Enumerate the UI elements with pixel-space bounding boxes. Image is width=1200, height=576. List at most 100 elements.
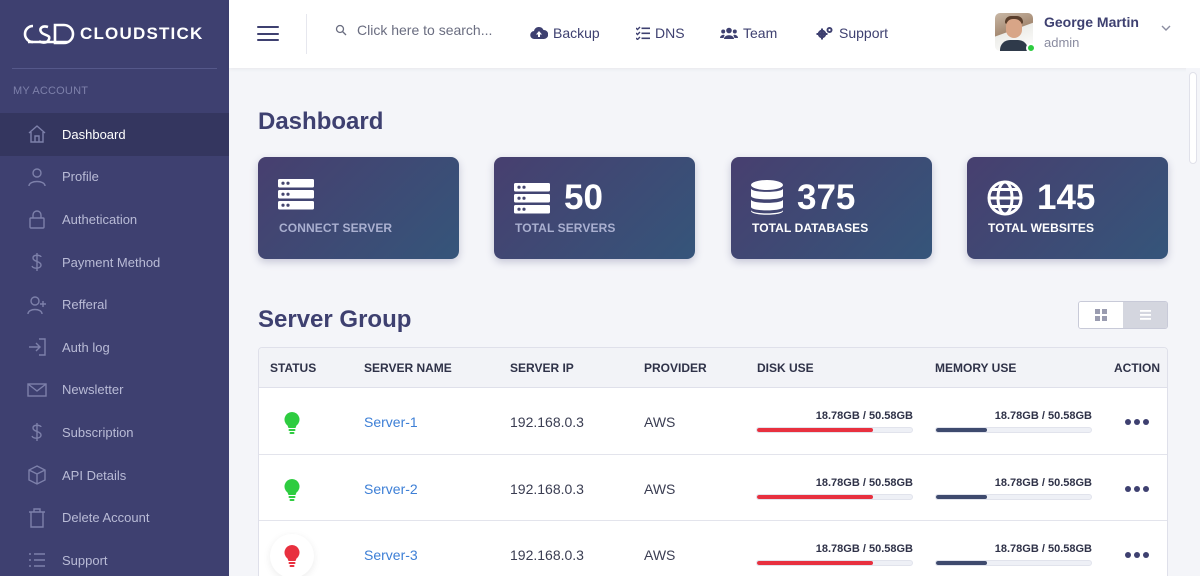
- avatar: [995, 13, 1036, 53]
- memory-usage-text: 18.78GB / 50.58GB: [994, 410, 1092, 422]
- memory-usage-bar: [935, 427, 1092, 433]
- search-input[interactable]: [357, 22, 507, 38]
- sidebar-item-support[interactable]: Support: [0, 539, 229, 576]
- memory-usage: 18.78GB / 50.58GB: [935, 477, 1092, 500]
- column-header-provider[interactable]: PROVIDER: [644, 361, 707, 375]
- page-title: Dashboard: [258, 108, 384, 135]
- stat-card-connect-server[interactable]: CONNECT SERVER: [258, 157, 459, 259]
- cloudstick-logo-icon: [23, 23, 75, 45]
- sidebar-item-authetication[interactable]: Authetication: [0, 198, 229, 241]
- server-group-title: Server Group: [258, 306, 412, 333]
- envelope-icon: [26, 379, 48, 401]
- lightbulb-icon: [284, 478, 300, 501]
- column-header-server-ip[interactable]: SERVER IP: [510, 361, 574, 375]
- checklist-icon: [636, 26, 650, 40]
- trash-icon: [26, 507, 48, 529]
- nav-dns-label: DNS: [655, 25, 685, 41]
- page-scrollbar[interactable]: [1186, 68, 1200, 576]
- memory-usage: 18.78GB / 50.58GB: [935, 410, 1092, 433]
- user-plus-icon: [26, 294, 48, 316]
- disk-usage-text: 18.78GB / 50.58GB: [815, 543, 913, 555]
- brand-logo[interactable]: CLOUDSTICK: [0, 0, 229, 68]
- column-header-action[interactable]: ACTION: [1114, 361, 1160, 375]
- server-provider: AWS: [644, 547, 676, 563]
- users-icon: [720, 27, 738, 39]
- nav-backup-link[interactable]: Backup: [530, 25, 600, 41]
- list-view-button[interactable]: [1123, 302, 1167, 328]
- sidebar-item-subscription[interactable]: Subscription: [0, 411, 229, 454]
- nav-team-link[interactable]: Team: [720, 25, 777, 41]
- server-name-link[interactable]: Server-3: [364, 547, 418, 563]
- sidebar-item-auth-log[interactable]: Auth log: [0, 326, 229, 369]
- sign-in-icon: [26, 336, 48, 358]
- sidebar-item-label: Newsletter: [62, 382, 124, 398]
- gears-icon: [816, 27, 833, 40]
- cloud-upload-icon: [530, 26, 548, 40]
- user-menu[interactable]: George Martin admin: [995, 13, 1171, 53]
- sidebar-item-label: Support: [62, 552, 108, 568]
- stat-card-total-servers[interactable]: 50 TOTAL SERVERS: [494, 157, 695, 259]
- sidebar-item-label: Refferal: [62, 297, 108, 313]
- disk-usage: 18.78GB / 50.58GB: [756, 477, 913, 500]
- brand-name: CLOUDSTICK: [80, 24, 204, 43]
- disk-usage-text: 18.78GB / 50.58GB: [815, 410, 913, 422]
- disk-usage-text: 18.78GB / 50.58GB: [815, 476, 913, 489]
- column-header-memory-use[interactable]: MEMORY USE: [935, 361, 1016, 375]
- sidebar-item-label: Authetication: [62, 211, 138, 227]
- column-header-server-name[interactable]: SERVER NAME: [364, 361, 452, 375]
- chevron-down-icon: [1161, 25, 1171, 31]
- memory-usage-bar: [935, 493, 1092, 500]
- nav-dns-link[interactable]: DNS: [636, 25, 685, 41]
- table-header: STATUS SERVER NAME SERVER IP PROVIDER DI…: [259, 348, 1167, 388]
- server-provider: AWS: [644, 414, 676, 430]
- grid-icon: [1095, 309, 1107, 321]
- column-header-disk-use[interactable]: DISK USE: [757, 361, 814, 375]
- more-actions-icon[interactable]: [1125, 485, 1149, 492]
- nav-support-link[interactable]: Support: [816, 25, 888, 41]
- sidebar-item-api-details[interactable]: API Details: [0, 454, 229, 497]
- user-name: George Martin: [1044, 14, 1139, 30]
- dollar-icon: [26, 251, 48, 273]
- sidebar-item-label: Delete Account: [62, 510, 150, 526]
- server-ip: 192.168.0.3: [510, 547, 584, 563]
- stat-card-total-websites[interactable]: 145 TOTAL WEBSITES: [967, 157, 1168, 259]
- sidebar-item-refferal[interactable]: Refferal: [0, 283, 229, 326]
- sidebar-item-newsletter[interactable]: Newsletter: [0, 369, 229, 412]
- disk-usage-bar: [756, 427, 913, 433]
- sidebar-item-payment-method[interactable]: Payment Method: [0, 241, 229, 284]
- stat-label: TOTAL DATABASES: [752, 221, 869, 235]
- home-icon: [26, 123, 48, 145]
- view-toggle: [1078, 301, 1168, 329]
- server-icon: [514, 182, 550, 213]
- user-role: admin: [1044, 35, 1080, 50]
- nav-backup-label: Backup: [553, 25, 600, 41]
- status-indicator: [270, 401, 314, 445]
- server-name-link[interactable]: Server-2: [364, 481, 418, 497]
- top-bar: Backup DNS Team Support George Martin ad…: [229, 0, 1200, 68]
- server-ip: 192.168.0.3: [510, 480, 584, 497]
- stat-value: 50: [564, 178, 603, 217]
- search-icon: [335, 24, 347, 36]
- sidebar: CLOUDSTICK MY ACCOUNT Dashboard Profile …: [0, 0, 229, 576]
- list-icon: [26, 549, 48, 571]
- sidebar-heading: MY ACCOUNT: [13, 85, 89, 97]
- sidebar-item-profile[interactable]: Profile: [0, 156, 229, 199]
- server-name-link[interactable]: Server-1: [364, 414, 418, 430]
- sidebar-item-dashboard[interactable]: Dashboard: [0, 113, 229, 156]
- memory-usage-text: 18.78GB / 50.58GB: [994, 543, 1092, 555]
- nav-team-label: Team: [743, 25, 778, 41]
- memory-usage-text: 18.78GB / 50.58GB: [994, 476, 1092, 489]
- stat-card-total-databases[interactable]: 375 TOTAL DATABASES: [731, 157, 932, 259]
- user-icon: [26, 166, 48, 188]
- server-ip: 192.168.0.3: [510, 414, 584, 430]
- table-row: Server-2 192.168.0.3 AWS 18.78GB / 50.58…: [259, 454, 1167, 521]
- column-header-status[interactable]: STATUS: [270, 361, 316, 375]
- stat-value: 375: [797, 178, 856, 217]
- scrollbar-thumb[interactable]: [1189, 72, 1197, 164]
- more-actions-icon[interactable]: [1125, 419, 1149, 425]
- sidebar-item-delete-account[interactable]: Delete Account: [0, 496, 229, 539]
- memory-usage-bar: [935, 560, 1092, 566]
- menu-toggle-icon[interactable]: [257, 26, 279, 41]
- more-actions-icon[interactable]: [1125, 552, 1149, 558]
- grid-view-button[interactable]: [1079, 302, 1123, 328]
